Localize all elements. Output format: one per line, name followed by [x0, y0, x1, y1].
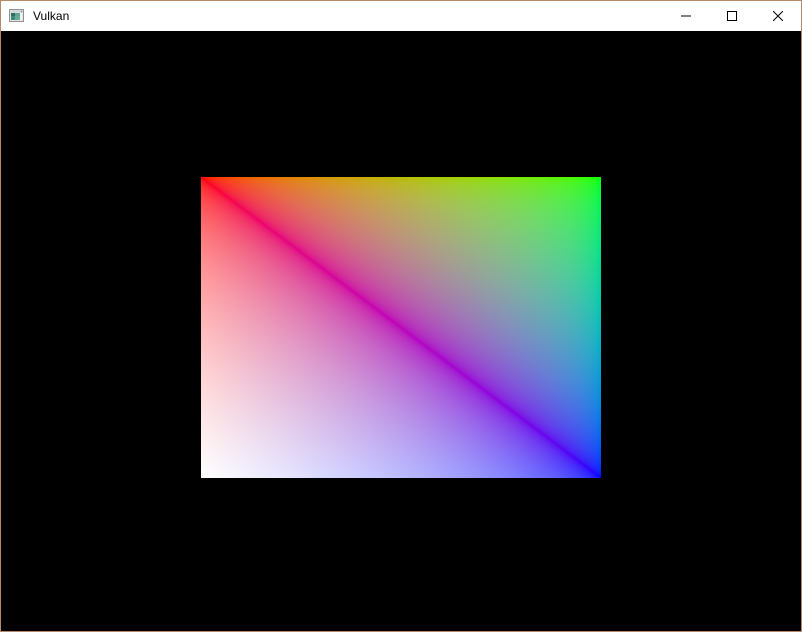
caption-controls — [663, 1, 801, 31]
render-surface — [201, 177, 601, 478]
close-icon — [773, 11, 783, 21]
minimize-button[interactable] — [663, 1, 709, 31]
maximize-icon — [727, 11, 737, 21]
minimize-icon — [681, 11, 691, 21]
maximize-button[interactable] — [709, 1, 755, 31]
app-icon[interactable] — [9, 8, 25, 24]
client-area — [1, 31, 801, 631]
vulkan-window: Vulkan — [0, 0, 802, 632]
titlebar[interactable]: Vulkan — [1, 1, 801, 31]
close-button[interactable] — [755, 1, 801, 31]
window-title: Vulkan — [33, 9, 663, 23]
